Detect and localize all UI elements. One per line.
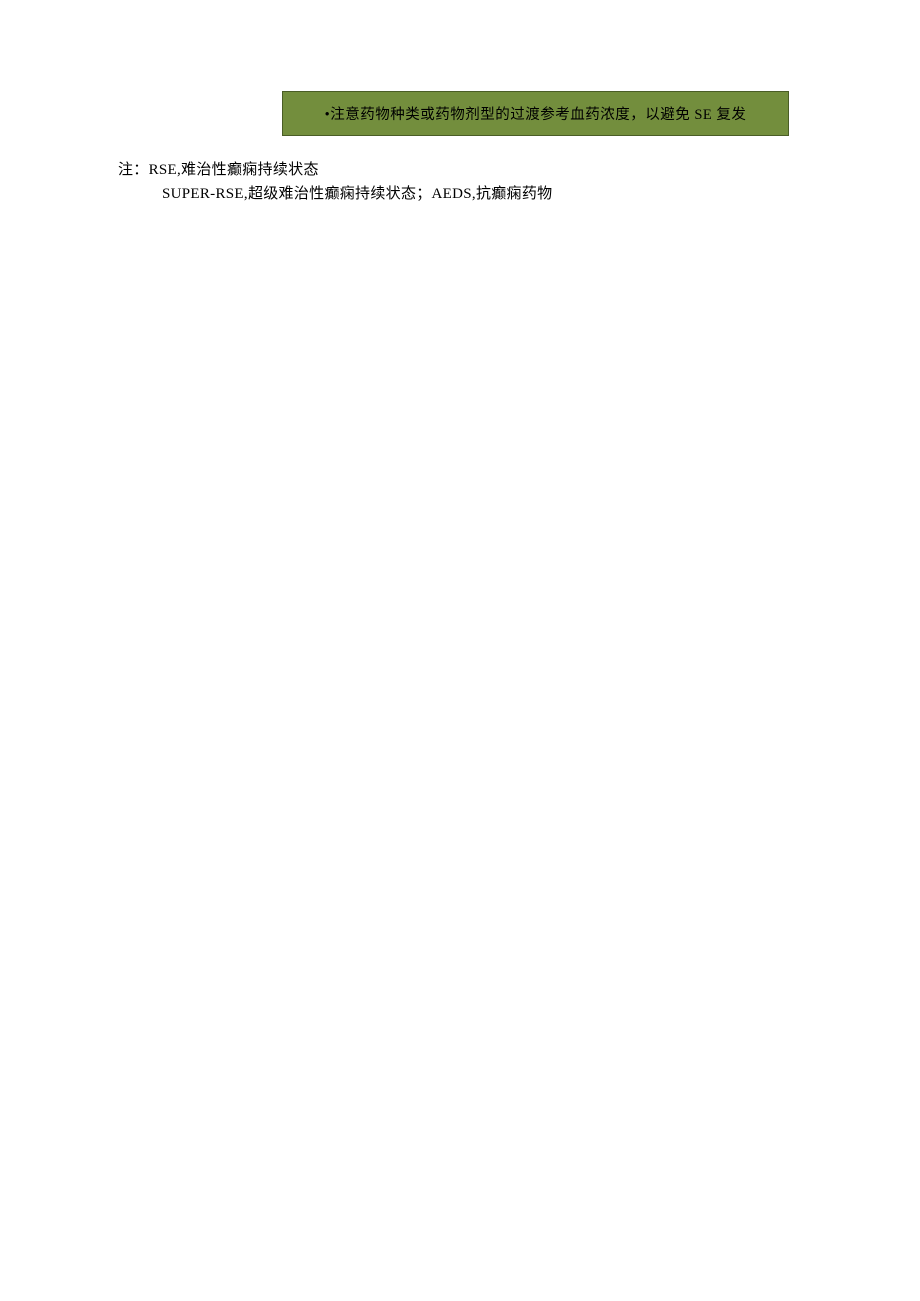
document-page: •注意药物种类或药物剂型的过渡参考血药浓度，以避免 SE 复发 注：RSE,难治…	[0, 0, 920, 1301]
callout-text: •注意药物种类或药物剂型的过渡参考血药浓度，以避免 SE 复发	[325, 103, 747, 124]
footnote-block: 注：RSE,难治性癫痫持续状态 SUPER-RSE,超级难治性癫痫持续状态；AE…	[118, 158, 552, 206]
callout-box: •注意药物种类或药物剂型的过渡参考血药浓度，以避免 SE 复发	[282, 91, 789, 136]
footnote-line-2: SUPER-RSE,超级难治性癫痫持续状态；AEDS,抗癫痫药物	[118, 182, 552, 206]
footnote-line-1: 注：RSE,难治性癫痫持续状态	[118, 158, 552, 182]
